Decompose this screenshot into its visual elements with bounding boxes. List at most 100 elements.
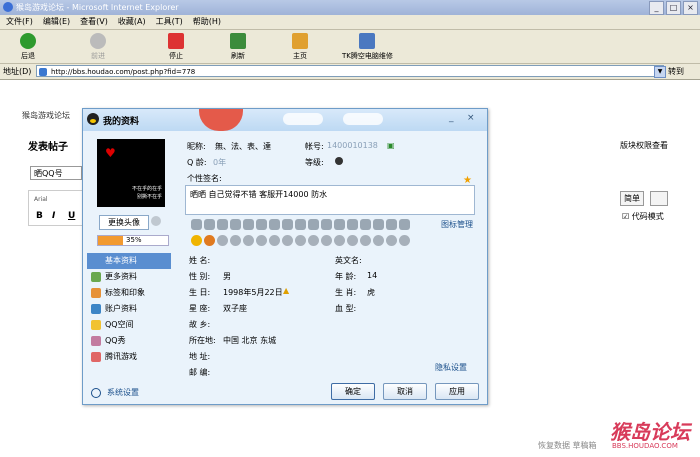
nav-item-label: QQ空间	[105, 320, 134, 329]
menu-file[interactable]: 文件(F)	[6, 15, 33, 29]
birthday-label: 生 日:	[189, 288, 211, 297]
avatar-option-icon[interactable]	[151, 216, 161, 226]
service-icon[interactable]	[217, 219, 228, 230]
service-icon[interactable]	[230, 219, 241, 230]
forward-button[interactable]: 前进	[90, 33, 106, 61]
back-icon	[20, 33, 36, 49]
change-avatar-button[interactable]: 更换头像	[99, 215, 149, 230]
back-button[interactable]: 后退	[20, 33, 36, 61]
menu-favorites[interactable]: 收藏(A)	[118, 15, 146, 29]
service-icon[interactable]	[373, 235, 384, 246]
service-icon[interactable]	[204, 235, 215, 246]
service-icon[interactable]	[399, 235, 410, 246]
code-mode-checkbox[interactable]: ☑ 代码模式	[622, 211, 664, 222]
heart-icon: ♥	[105, 146, 116, 160]
footer-links[interactable]: 恢复数据 草稿箱	[538, 440, 597, 451]
icon-manage-link[interactable]: 图标管理	[441, 219, 473, 230]
dialog-nav-item[interactable]: 更多资料	[87, 269, 171, 285]
nav-item-icon	[91, 272, 101, 282]
service-icon[interactable]	[308, 235, 319, 246]
cancel-button[interactable]: 取消	[383, 383, 427, 400]
service-icon[interactable]	[282, 219, 293, 230]
stop-button[interactable]: 停止	[168, 33, 184, 61]
post-title: 发表帖子	[28, 142, 68, 153]
underline-button[interactable]: U	[68, 211, 75, 221]
ok-button[interactable]: 确定	[331, 383, 375, 400]
service-icon[interactable]	[321, 235, 332, 246]
dialog-nav-item[interactable]: 标签和印象	[87, 285, 171, 301]
minimize-icon[interactable]: _	[649, 1, 664, 15]
service-icon[interactable]	[256, 235, 267, 246]
age-label: 年 龄:	[335, 272, 357, 281]
signature-field[interactable]: 晒晒 自己觉得不错 客服开14000 防水	[185, 185, 475, 215]
maximize-icon[interactable]: □	[666, 1, 681, 15]
service-icon[interactable]	[269, 235, 280, 246]
service-icon[interactable]	[295, 235, 306, 246]
url-input[interactable]: http://bbs.houdao.com/post.php?fid=778	[36, 65, 664, 77]
account-edit-icon[interactable]: ▣	[387, 141, 395, 150]
breadcrumb[interactable]: 猴岛游戏论坛	[22, 110, 70, 121]
dialog-nav-item[interactable]: QQ秀	[87, 333, 171, 349]
qq-select[interactable]: 晒QQ号	[30, 166, 82, 180]
menu-tools[interactable]: 工具(T)	[156, 15, 183, 29]
dialog-close-icon[interactable]: ×	[467, 113, 475, 123]
service-icon[interactable]	[191, 219, 202, 230]
hometown-label: 故 乡:	[189, 320, 211, 329]
watermark-url: BBS.HOUDAO.COM	[612, 442, 678, 450]
service-icon[interactable]	[256, 219, 267, 230]
refresh-button[interactable]: 刷新	[230, 33, 246, 61]
simple-mode-button[interactable]: 简单	[620, 191, 644, 206]
dialog-minimize-icon[interactable]: _	[449, 113, 454, 123]
service-icon[interactable]	[386, 219, 397, 230]
service-icon[interactable]	[360, 235, 371, 246]
service-icon[interactable]	[360, 219, 371, 230]
account-value: 1400010138	[327, 141, 378, 150]
tk-repair-button[interactable]: TK腾空电脑维修	[342, 33, 393, 61]
menu-edit[interactable]: 编辑(E)	[43, 15, 70, 29]
italic-button[interactable]: I	[52, 211, 55, 221]
qage-label: Q 龄:	[187, 158, 207, 167]
service-icon[interactable]	[399, 219, 410, 230]
nav-item-icon	[91, 352, 101, 362]
font-select[interactable]: Arial	[34, 196, 48, 203]
service-icon[interactable]	[295, 219, 306, 230]
service-icon[interactable]	[347, 235, 358, 246]
service-icon[interactable]	[217, 235, 228, 246]
dialog-nav-item[interactable]: 基本资料	[87, 253, 171, 269]
bold-button[interactable]: B	[36, 211, 43, 221]
service-icon[interactable]	[334, 235, 345, 246]
dialog-nav-item[interactable]: QQ空间	[87, 317, 171, 333]
service-icon[interactable]	[204, 219, 215, 230]
dialog-nav-item[interactable]: 账户资料	[87, 301, 171, 317]
service-icon[interactable]	[243, 235, 254, 246]
close-icon[interactable]: ×	[683, 1, 698, 15]
zodiac-value: 虎	[367, 288, 375, 297]
menu-help[interactable]: 帮助(H)	[193, 15, 221, 29]
menu-view[interactable]: 查看(V)	[80, 15, 108, 29]
service-icon[interactable]	[386, 235, 397, 246]
service-icon[interactable]	[373, 219, 384, 230]
service-icon[interactable]	[230, 235, 241, 246]
address-dropdown-icon[interactable]: ▼	[654, 66, 666, 78]
home-button[interactable]: 主页	[292, 33, 308, 61]
service-icon[interactable]	[243, 219, 254, 230]
service-icon[interactable]	[308, 219, 319, 230]
service-icon[interactable]	[334, 219, 345, 230]
go-button[interactable]: 转到	[668, 66, 684, 77]
location-label: 所在地:	[189, 336, 216, 345]
service-icon[interactable]	[321, 219, 332, 230]
service-icon[interactable]	[347, 219, 358, 230]
service-icon[interactable]	[269, 219, 280, 230]
nav-item-icon	[91, 288, 101, 298]
system-settings-link[interactable]: 系统设置	[91, 387, 139, 398]
page-icon	[39, 68, 47, 76]
apply-button[interactable]: 应用	[435, 383, 479, 400]
permission-link[interactable]: 版块权限查看	[620, 140, 668, 151]
service-icon[interactable]	[191, 235, 202, 246]
nav-item-icon	[91, 336, 101, 346]
service-icon[interactable]	[282, 235, 293, 246]
avatar: ♥ 不在乎的在乎 别撕不在乎	[97, 139, 165, 207]
privacy-settings-link[interactable]: 隐私设置	[435, 362, 467, 373]
editor-option-button[interactable]	[650, 191, 668, 206]
dialog-nav-item[interactable]: 腾讯游戏	[87, 349, 171, 365]
